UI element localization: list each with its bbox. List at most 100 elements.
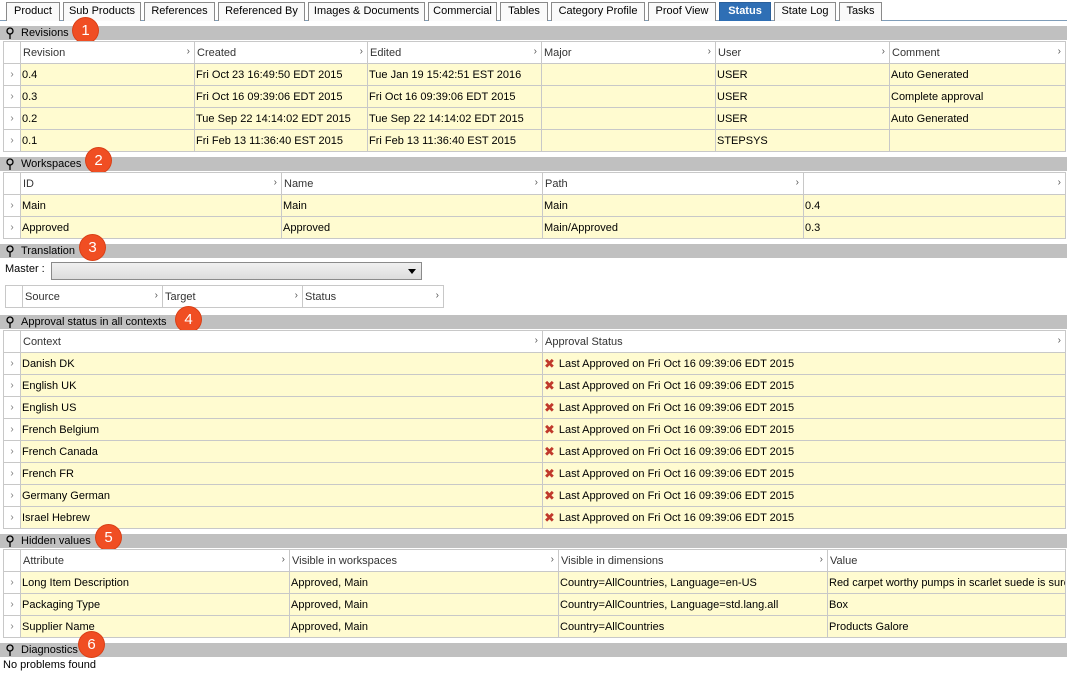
tab-proof-view[interactable]: Proof View (648, 2, 716, 21)
pin-icon[interactable] (5, 316, 15, 328)
table-cell: ✖ Last Approved on Fri Oct 16 09:39:06 ED… (542, 396, 1066, 419)
section-header-translation[interactable]: Translation (0, 244, 1067, 258)
chevron-right-icon[interactable]: › (3, 506, 21, 529)
chevron-right-icon: › (1057, 46, 1061, 57)
chevron-right-icon: › (154, 290, 158, 301)
section-header-revisions[interactable]: Revisions (0, 26, 1067, 40)
expand-column-header (5, 285, 23, 308)
chevron-right-icon[interactable]: › (3, 615, 21, 638)
pin-icon[interactable] (5, 27, 15, 39)
section-header-workspaces[interactable]: Workspaces (0, 157, 1067, 171)
table-cell: USER (715, 85, 890, 108)
chevron-right-icon[interactable]: › (3, 484, 21, 507)
pin-icon[interactable] (5, 245, 15, 257)
tab-images-documents[interactable]: Images & Documents (308, 2, 425, 21)
column-header[interactable]: Context › (20, 330, 543, 353)
chevron-right-icon: › (1057, 335, 1061, 346)
tab-referenced-by[interactable]: Referenced By (218, 2, 305, 21)
tab-state-log[interactable]: State Log (774, 2, 836, 21)
chevron-right-icon[interactable]: › (3, 107, 21, 130)
table-row[interactable]: › Israel Hebrew ✖ Last Approved on Fri Oct … (3, 506, 1066, 529)
table-row[interactable]: › French Canada ✖ Last Approved on Fri Oct … (3, 440, 1066, 463)
table-cell: USER (715, 63, 890, 86)
chevron-right-icon[interactable]: › (3, 85, 21, 108)
column-header[interactable]: ID › (20, 172, 282, 195)
table-row[interactable]: › French FR ✖ Last Approved on Fri Oct 16 0… (3, 462, 1066, 485)
section-header-hidden-values[interactable]: Hidden values (0, 534, 1067, 548)
tab-status[interactable]: Status (719, 2, 771, 21)
chevron-right-icon[interactable]: › (3, 374, 21, 397)
column-header[interactable]: Value (827, 549, 1066, 572)
column-header[interactable]: Comment › (889, 41, 1066, 64)
table-row[interactable]: › 0.3 Fri Oct 16 09:39:06 EDT 2015 Fri O… (3, 85, 1066, 108)
tab-category-profile[interactable]: Category Profile (551, 2, 645, 21)
column-header[interactable]: Path › (542, 172, 804, 195)
tab-commercial[interactable]: Commercial (428, 2, 497, 21)
chevron-right-icon[interactable]: › (3, 63, 21, 86)
column-header[interactable]: Approval Status › (542, 330, 1066, 353)
column-header[interactable]: Source › (22, 285, 163, 308)
table-row[interactable]: › 0.4 Fri Oct 23 16:49:50 EDT 2015 Tue J… (3, 63, 1066, 86)
column-header[interactable]: Visible in dimensions › (558, 549, 828, 572)
column-header[interactable]: Major › (541, 41, 716, 64)
column-header[interactable]: Created › (194, 41, 368, 64)
tab-tables[interactable]: Tables (500, 2, 548, 21)
column-header[interactable]: Target › (162, 285, 303, 308)
chevron-down-icon[interactable] (408, 269, 416, 274)
pin-icon[interactable] (5, 535, 15, 547)
column-header[interactable]: User › (715, 41, 890, 64)
table-header-row: Revision › Created › Edited › Major › User › … (3, 41, 1066, 64)
chevron-right-icon[interactable]: › (3, 440, 21, 463)
column-header[interactable]: Name › (281, 172, 543, 195)
table-cell: Tue Jan 19 15:42:51 EST 2016 (367, 63, 542, 86)
chevron-right-icon[interactable]: › (3, 418, 21, 441)
table-cell: Country=AllCountries (558, 615, 828, 638)
column-header[interactable]: Revision › (20, 41, 195, 64)
chevron-right-icon[interactable]: › (3, 194, 21, 217)
chevron-right-icon[interactable]: › (3, 462, 21, 485)
chevron-right-icon[interactable]: › (3, 129, 21, 152)
table-cell: Fri Oct 16 09:39:06 EDT 2015 (367, 85, 542, 108)
table-row[interactable]: › French Belgium ✖ Last Approved on Fri Oct… (3, 418, 1066, 441)
chevron-right-icon[interactable]: › (3, 593, 21, 616)
column-header[interactable]: Attribute › (20, 549, 290, 572)
table-row[interactable]: › Main Main Main 0.4 (3, 194, 1066, 217)
chevron-right-icon: › (273, 177, 277, 188)
table-row[interactable]: › Approved Approved Main/Approved 0.3 (3, 216, 1066, 239)
table-cell: Fri Feb 13 11:36:40 EST 2015 (367, 129, 542, 152)
tab-sub-products[interactable]: Sub Products (63, 2, 141, 21)
section-title: Diagnostics (21, 644, 78, 656)
table-row[interactable]: › Danish DK ✖ Last Approved on Fri Oct 16 0… (3, 352, 1066, 375)
chevron-right-icon[interactable]: › (3, 352, 21, 375)
tab-tasks[interactable]: Tasks (839, 2, 882, 21)
table-row[interactable]: › English US ✖ Last Approved on Fri Oct 16 … (3, 396, 1066, 419)
column-header[interactable]: Edited › (367, 41, 542, 64)
section-header-approval-status[interactable]: Approval status in all contexts (0, 315, 1067, 329)
chevron-right-icon[interactable]: › (3, 571, 21, 594)
table-row[interactable]: › Germany German ✖ Last Approved on Fri Oct… (3, 484, 1066, 507)
expand-column-header (3, 549, 21, 572)
chevron-right-icon: › (435, 290, 439, 301)
table-row[interactable]: › Supplier Name Approved, Main Country=A… (3, 615, 1066, 638)
table-row[interactable]: › 0.2 Tue Sep 22 14:14:02 EDT 2015 Tue S… (3, 107, 1066, 130)
column-header[interactable]: › (803, 172, 1066, 195)
table-row[interactable]: › 0.1 Fri Feb 13 11:36:40 EST 2015 Fri F… (3, 129, 1066, 152)
x-icon: ✖ (544, 487, 555, 503)
table-cell (889, 129, 1066, 152)
chevron-right-icon[interactable]: › (3, 216, 21, 239)
master-select[interactable] (51, 262, 422, 280)
table-row[interactable]: › Packaging Type Approved, Main Country=… (3, 593, 1066, 616)
chevron-right-icon: › (533, 46, 537, 57)
table-cell: 0.2 (20, 107, 195, 130)
section-header-diagnostics[interactable]: Diagnostics (0, 643, 1067, 657)
column-header[interactable]: Visible in workspaces › (289, 549, 559, 572)
column-header[interactable]: Status › (302, 285, 444, 308)
table-cell: English UK (20, 374, 543, 397)
table-row[interactable]: › Long Item Description Approved, Main C… (3, 571, 1066, 594)
pin-icon[interactable] (5, 644, 15, 656)
chevron-right-icon[interactable]: › (3, 396, 21, 419)
tab-product[interactable]: Product (6, 2, 60, 21)
tab-references[interactable]: References (144, 2, 215, 21)
pin-icon[interactable] (5, 158, 15, 170)
table-row[interactable]: › English UK ✖ Last Approved on Fri Oct 16 … (3, 374, 1066, 397)
